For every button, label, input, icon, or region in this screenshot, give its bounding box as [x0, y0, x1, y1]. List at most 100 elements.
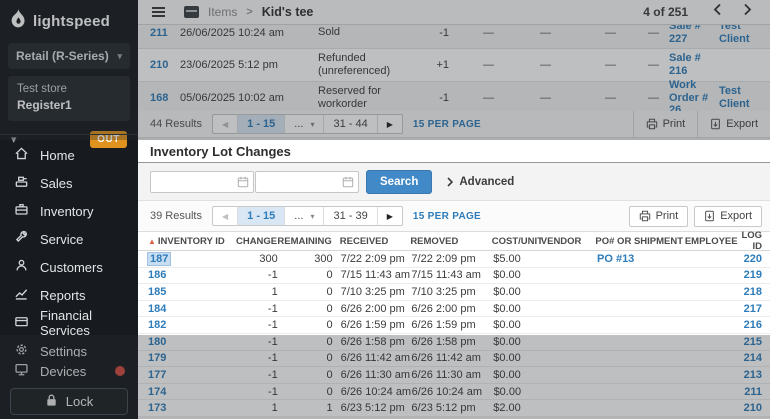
history-reference-link[interactable]: Sale # 216 — [659, 52, 715, 77]
lot-removed: 6/26 1:59 pm — [411, 319, 493, 331]
log-id-link[interactable]: 220 — [744, 253, 770, 265]
column-header-po-shipment[interactable]: PO# OR SHIPMENT — [595, 236, 684, 247]
inventory-id-link[interactable]: 186 — [148, 269, 166, 281]
prev-page-icon[interactable]: ◀ — [213, 207, 238, 225]
column-header-cost-unit[interactable]: COST/UNIT — [492, 236, 541, 247]
history-date: 05/06/2025 10:02 am — [180, 92, 310, 104]
log-id-link[interactable]: 217 — [744, 303, 770, 315]
advanced-toggle[interactable]: Advanced — [447, 176, 514, 188]
register-icon — [14, 174, 29, 192]
inventory-id-link[interactable]: 180 — [148, 336, 166, 348]
sidebar-item-home[interactable]: Home — [0, 141, 138, 169]
sidebar-item-reports[interactable]: Reports — [0, 281, 138, 309]
page-range-dropdown[interactable]: ...▾ — [285, 207, 324, 225]
hamburger-menu-icon[interactable] — [152, 7, 165, 17]
inventory-id-link[interactable]: 179 — [148, 352, 166, 364]
history-table-row[interactable]: 210 23/06/2025 5:12 pm Refunded (unrefer… — [138, 49, 770, 82]
lot-table-row[interactable]: 182 -1 0 6/26 1:59 pm 6/26 1:59 pm $0.00… — [138, 317, 770, 334]
product-selector[interactable]: Retail (R-Series) ▾ — [8, 43, 130, 69]
pager-control: ◀ 1 - 15 ...▾ 31 - 44 ▶ — [212, 114, 403, 134]
lot-table-row[interactable]: 185 1 0 7/10 3:25 pm 7/10 3:25 pm $0.00 … — [138, 284, 770, 301]
log-id-link[interactable]: 214 — [744, 352, 770, 364]
log-id-link[interactable]: 215 — [744, 336, 770, 348]
lot-table-row[interactable]: 186 -1 0 7/15 11:43 am 7/15 11:43 am $0.… — [138, 268, 770, 285]
column-header-inventory-id[interactable]: ▲INVENTORY ID — [138, 236, 227, 247]
lot-table-row[interactable]: 180 -1 0 6/26 1:58 pm 6/26 1:58 pm $0.00… — [138, 334, 770, 351]
lot-removed: 6/26 1:58 pm — [411, 336, 493, 348]
store-info[interactable]: Test store Register1 — [8, 76, 130, 121]
sidebar-item-label: Sales — [40, 176, 73, 191]
inventory-id-link[interactable]: 173 — [148, 402, 166, 414]
log-id-link[interactable]: 219 — [744, 269, 770, 281]
lock-button[interactable]: Lock — [10, 388, 128, 415]
lot-table-row[interactable]: 173 1 1 6/23 5:12 pm 6/23 5:12 pm $2.00 … — [138, 400, 770, 417]
lot-table-row[interactable]: 174 -1 0 6/26 10:24 am 6/26 10:24 am $0.… — [138, 384, 770, 401]
inventory-id-link[interactable]: 187 — [148, 253, 170, 265]
sidebar-item-sales[interactable]: Sales — [0, 169, 138, 197]
history-client-link[interactable]: Test Client — [715, 85, 770, 110]
lot-table-row[interactable]: 179 -1 0 6/26 11:42 am 6/26 11:42 am $0.… — [138, 351, 770, 368]
log-id-link[interactable]: 216 — [744, 319, 770, 331]
inventory-id-link[interactable]: 177 — [148, 369, 166, 381]
log-id-link[interactable]: 210 — [744, 402, 770, 414]
next-page-icon[interactable]: ▶ — [378, 115, 402, 133]
history-type: Reserved for workorder — [310, 85, 414, 111]
prev-page-icon[interactable]: ◀ — [213, 115, 238, 133]
log-id-link[interactable]: 213 — [744, 369, 770, 381]
product-selector-label: Retail (R-Series) — [16, 49, 109, 63]
sidebar-item-settings[interactable]: Settings — [0, 337, 138, 357]
print-button[interactable]: Print — [629, 206, 689, 227]
inventory-id-link[interactable]: 185 — [148, 286, 166, 298]
history-client-link[interactable]: Test Client — [715, 25, 770, 46]
inventory-id-link[interactable]: 184 — [148, 303, 166, 315]
page-range-last[interactable]: 31 - 39 — [324, 207, 377, 225]
page-range-last[interactable]: 31 - 44 — [324, 115, 377, 133]
inventory-id-link[interactable]: 182 — [148, 319, 166, 331]
column-header-employee[interactable]: EMPLOYEE — [685, 236, 742, 247]
lot-id-cell: 180 — [138, 336, 228, 348]
column-header-vendor[interactable]: VENDOR — [541, 236, 596, 247]
po-link[interactable]: PO #13 — [597, 253, 687, 265]
column-header-removed[interactable]: REMOVED — [410, 236, 491, 247]
column-header-received[interactable]: RECEIVED — [332, 236, 411, 247]
breadcrumb-items-link[interactable]: Items — [208, 5, 237, 19]
history-table-row[interactable]: 211 26/06/2025 10:24 am Sold -1 — — — — … — [138, 25, 770, 49]
column-header-change[interactable]: CHANGE — [227, 236, 277, 247]
history-id-link[interactable]: 211 — [138, 27, 180, 39]
per-page-selector[interactable]: 15 PER PAGE — [413, 119, 481, 130]
next-page-icon[interactable]: ▶ — [378, 207, 402, 225]
sidebar-item-customers[interactable]: Customers — [0, 253, 138, 281]
log-id-link[interactable]: 211 — [744, 386, 770, 398]
lot-table-row[interactable]: 184 -1 0 6/26 2:00 pm 6/26 2:00 pm $0.00… — [138, 301, 770, 318]
lock-icon — [45, 393, 58, 410]
lot-removed: 7/10 3:25 pm — [411, 286, 493, 298]
page-range-active[interactable]: 1 - 15 — [238, 207, 285, 225]
history-id-link[interactable]: 210 — [138, 59, 180, 71]
search-button[interactable]: Search — [366, 170, 432, 194]
export-button[interactable]: Export — [694, 206, 762, 227]
print-button[interactable]: Print — [633, 111, 698, 137]
log-id-link[interactable]: 218 — [744, 286, 770, 298]
per-page-selector[interactable]: 15 PER PAGE — [413, 211, 481, 222]
page-range-active[interactable]: 1 - 15 — [238, 115, 285, 133]
history-table-row[interactable]: 168 05/06/2025 10:02 am Reserved for wor… — [138, 82, 770, 111]
lot-table-row[interactable]: 187 300 300 7/22 2:09 pm 7/22 2:09 pm $5… — [138, 251, 770, 268]
sidebar-item-devices[interactable]: Devices — [0, 357, 138, 385]
export-button[interactable]: Export — [697, 111, 770, 137]
history-reference-link[interactable]: Sale # 227 — [659, 25, 715, 46]
sidebar-item-financial-services[interactable]: Financial Services — [0, 309, 138, 337]
page-range-dropdown[interactable]: ...▾ — [285, 115, 324, 133]
sidebar-item-service[interactable]: Service — [0, 225, 138, 253]
lot-removed: 6/26 2:00 pm — [411, 303, 493, 315]
sidebar-item-inventory[interactable]: Inventory — [0, 197, 138, 225]
previous-record-button[interactable] — [707, 1, 728, 23]
lot-table-row[interactable]: 177 -1 0 6/26 11:30 am 6/26 11:30 am $0.… — [138, 367, 770, 384]
inventory-id-link[interactable]: 174 — [148, 386, 166, 398]
next-record-button[interactable] — [737, 1, 758, 23]
column-header-remaining[interactable]: REMAINING — [277, 236, 332, 247]
column-header-log-id[interactable]: LOG ID — [741, 230, 770, 252]
history-reference-link[interactable]: Work Order # 26 — [659, 79, 715, 111]
export-label: Export — [720, 210, 752, 222]
lot-received: 6/26 11:42 am — [333, 352, 412, 364]
history-id-link[interactable]: 168 — [138, 92, 180, 104]
